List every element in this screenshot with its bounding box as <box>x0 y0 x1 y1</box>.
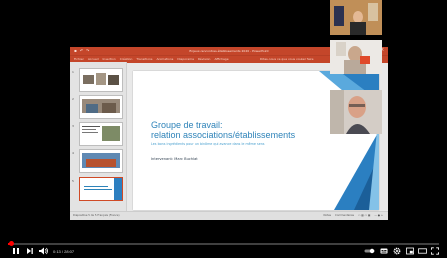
zoom-slider: — ● + <box>374 214 383 217</box>
status-slide-info: Diapositive 5 de 5 Français (France) <box>73 214 120 217</box>
thumb-number: 2 <box>72 97 74 101</box>
subtitles-button[interactable] <box>380 247 388 255</box>
participant-video-3 <box>330 90 382 134</box>
slide-title-line1: Groupe de travail: <box>151 120 223 130</box>
participant-video-1 <box>330 0 382 35</box>
view-icons: ▭ ▦ ▭ ▣ <box>358 214 371 217</box>
video-player[interactable]: ▪ ↶ ↷ Enjeux-rencontres-établissements 2… <box>0 0 447 256</box>
ribbon-tab: Affichage <box>214 57 229 61</box>
participant-image <box>330 0 382 35</box>
subtitles-icon <box>380 248 388 254</box>
pause-icon <box>13 248 19 254</box>
participant-image <box>330 90 382 134</box>
time-display: 0:13 / 28:07 <box>53 249 75 254</box>
ribbon-tab: Diaporama <box>177 57 194 61</box>
theater-icon <box>418 248 427 254</box>
slide-speaker: Intervenant: Marc Buchlat <box>151 157 198 161</box>
slide-thumbnail-selected <box>79 177 123 201</box>
autoplay-icon <box>364 248 375 254</box>
settings-button[interactable] <box>393 247 401 255</box>
theater-mode-button[interactable] <box>418 247 427 255</box>
progress-bar[interactable] <box>8 241 439 246</box>
slide-thumbnail <box>79 122 123 146</box>
miniplayer-icon <box>406 247 414 255</box>
slide-thumbnail <box>79 149 123 173</box>
ppt-statusbar: Diapositive 5 de 5 Français (France) Not… <box>70 211 388 220</box>
ribbon-tab: Animations <box>156 57 174 61</box>
gear-icon <box>393 247 401 255</box>
volume-button[interactable] <box>39 247 49 255</box>
participant-video-2 <box>330 40 382 74</box>
slide-title-line2: relation associations/établissements <box>151 130 296 140</box>
volume-icon <box>39 247 48 255</box>
slide-subtitle: Les bons ingrédients pour un binôme qui … <box>151 142 265 146</box>
thumb-number: 3 <box>72 124 74 128</box>
tell-me-box: Dites-nous ce que vous voulez faire <box>260 57 314 61</box>
slide-thumbnail <box>79 68 123 92</box>
ribbon-tab: Transitions <box>136 57 153 61</box>
next-icon <box>27 248 33 254</box>
notes-label: Notes <box>323 214 332 217</box>
fullscreen-button[interactable] <box>431 247 439 255</box>
participant-image <box>330 40 382 74</box>
pause-button[interactable] <box>12 247 20 255</box>
ribbon-tab: Révision <box>197 57 211 61</box>
scrubber-handle[interactable] <box>9 241 14 246</box>
autoplay-toggle[interactable] <box>364 247 375 255</box>
next-button[interactable] <box>26 247 34 255</box>
fullscreen-icon <box>431 247 439 255</box>
comments-label: Commentaires <box>335 214 355 217</box>
thumb-number: 5 <box>72 179 74 183</box>
slide-thumbnails-pane: 1 2 3 4 5 <box>70 62 127 212</box>
status-right-group: Notes Commentaires ▭ ▦ ▭ ▣ — ● + <box>324 214 383 217</box>
thumb-number: 4 <box>72 151 74 155</box>
thumb-number: 1 <box>72 70 74 74</box>
slide-thumbnail <box>79 95 123 119</box>
miniplayer-button[interactable] <box>406 247 414 255</box>
